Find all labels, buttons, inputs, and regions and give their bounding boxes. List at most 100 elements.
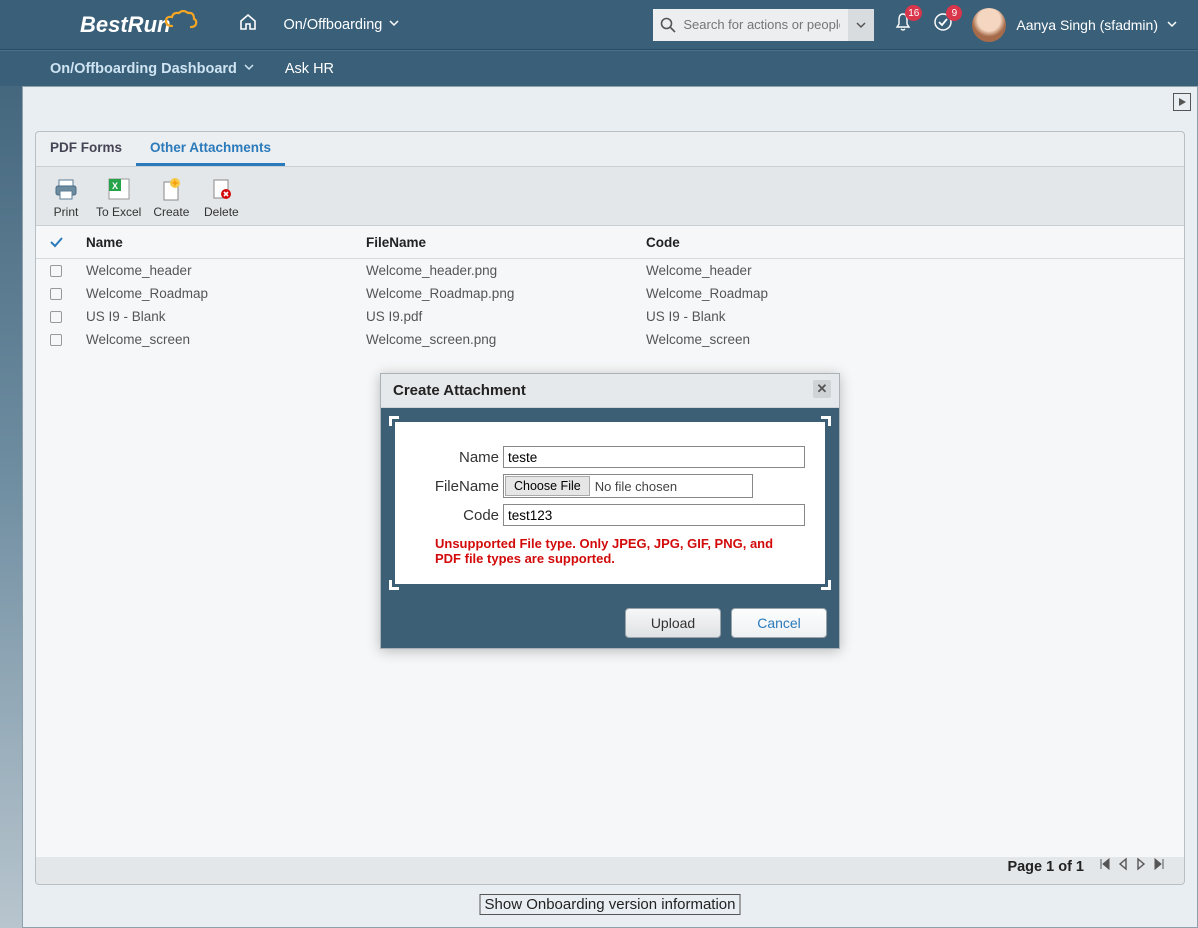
print-button[interactable]: Print (46, 175, 86, 219)
search-dropdown[interactable] (848, 9, 874, 41)
checkmark-icon (48, 234, 64, 250)
column-filename[interactable]: FileName (356, 226, 636, 259)
dialog-inner: Name FileName Choose File No file chosen… (395, 422, 825, 584)
notifications-badge: 16 (905, 5, 922, 21)
chevron-down-icon (1166, 17, 1178, 33)
code-label: Code (415, 507, 499, 524)
avatar[interactable] (972, 8, 1006, 42)
logo: BestRun (80, 12, 198, 38)
name-input[interactable] (503, 446, 805, 468)
tab-pdf-forms[interactable]: PDF Forms (36, 132, 136, 166)
create-button[interactable]: Create (151, 175, 191, 219)
user-menu[interactable]: Aanya Singh (sfadmin) (1016, 17, 1178, 33)
cell-name: Welcome_Roadmap (76, 282, 356, 305)
last-page-button[interactable] (1152, 857, 1166, 876)
row-checkbox[interactable] (50, 311, 62, 323)
attachments-table: Name FileName Code Welcome_headerWelcome… (36, 226, 1184, 351)
close-button[interactable]: ✕ (813, 380, 831, 398)
user-name-label: Aanya Singh (sfadmin) (1016, 17, 1158, 33)
play-icon (1177, 97, 1187, 107)
cell-name: Welcome_header (76, 259, 356, 283)
filename-label: FileName (415, 478, 499, 495)
subnav-ask-hr[interactable]: Ask HR (285, 61, 334, 77)
subnav-ask-hr-label: Ask HR (285, 61, 334, 77)
dialog-title-bar: Create Attachment ✕ (381, 374, 839, 408)
code-input[interactable] (503, 504, 805, 526)
app-header: BestRun On/Offboarding 16 9 (0, 0, 1198, 50)
tab-other-attachments[interactable]: Other Attachments (136, 132, 285, 166)
subnav-dashboard[interactable]: On/Offboarding Dashboard (50, 61, 255, 77)
print-label: Print (54, 205, 79, 219)
subnav-dashboard-label: On/Offboarding Dashboard (50, 61, 237, 77)
cell-name: Welcome_screen (76, 328, 356, 351)
table-row[interactable]: Welcome_headerWelcome_header.pngWelcome_… (36, 259, 1184, 283)
home-icon[interactable] (238, 12, 258, 37)
to-excel-button[interactable]: X To Excel (96, 175, 141, 219)
row-checkbox[interactable] (50, 288, 62, 300)
version-info-link[interactable]: Show Onboarding version information (480, 894, 741, 915)
cell-filename: Welcome_screen.png (356, 328, 636, 351)
cell-code: Welcome_Roadmap (636, 282, 1184, 305)
corner-decoration (389, 416, 399, 426)
name-label: Name (415, 449, 499, 466)
error-message: Unsupported File type. Only JPEG, JPG, G… (435, 536, 785, 566)
upload-button[interactable]: Upload (625, 608, 721, 638)
column-code[interactable]: Code (636, 226, 1184, 259)
file-input-wrap: Choose File No file chosen (503, 474, 753, 498)
excel-icon: X (105, 175, 133, 203)
chevron-down-icon (388, 17, 400, 33)
table-row[interactable]: US I9 - BlankUS I9.pdfUS I9 - Blank (36, 305, 1184, 328)
cell-filename: Welcome_Roadmap.png (356, 282, 636, 305)
delete-button[interactable]: Delete (201, 175, 241, 219)
main-frame: PDF Forms Other Attachments Print X To E… (22, 86, 1198, 928)
tab-strip: PDF Forms Other Attachments (36, 132, 1184, 167)
todos-button[interactable]: 9 (932, 11, 954, 38)
cell-code: Welcome_screen (636, 328, 1184, 351)
row-checkbox[interactable] (50, 334, 62, 346)
corner-decoration (821, 580, 831, 590)
corner-decoration (821, 416, 831, 426)
dialog-title: Create Attachment (393, 382, 526, 399)
first-page-button[interactable] (1098, 857, 1112, 876)
delete-label: Delete (204, 205, 239, 219)
create-attachment-dialog: Create Attachment ✕ Name FileName Choose… (380, 373, 840, 649)
todos-badge: 9 (946, 5, 962, 21)
pager (1098, 857, 1166, 876)
page-indicator: Page 1 of 1 (1007, 859, 1084, 875)
dialog-footer: Upload Cancel (381, 598, 839, 648)
cell-code: US I9 - Blank (636, 305, 1184, 328)
create-icon (157, 175, 185, 203)
file-status-label: No file chosen (591, 475, 752, 497)
play-button[interactable] (1173, 93, 1191, 111)
logo-text: BestRun (80, 12, 170, 38)
chevron-down-icon (243, 61, 255, 77)
table-footer: Page 1 of 1 (1007, 857, 1166, 876)
toolbar: Print X To Excel Create Delete (36, 167, 1184, 225)
frame-header (23, 87, 1197, 117)
search-input-wrap (653, 9, 848, 41)
delete-icon (207, 175, 235, 203)
cancel-button[interactable]: Cancel (731, 608, 827, 638)
cell-code: Welcome_header (636, 259, 1184, 283)
cell-filename: US I9.pdf (356, 305, 636, 328)
cell-name: US I9 - Blank (76, 305, 356, 328)
module-dropdown[interactable]: On/Offboarding (283, 17, 400, 33)
sub-nav: On/Offboarding Dashboard Ask HR (0, 50, 1198, 86)
svg-text:X: X (112, 181, 118, 191)
corner-decoration (389, 580, 399, 590)
to-excel-label: To Excel (96, 205, 141, 219)
cell-filename: Welcome_header.png (356, 259, 636, 283)
table-row[interactable]: Welcome_RoadmapWelcome_Roadmap.pngWelcom… (36, 282, 1184, 305)
next-page-button[interactable] (1134, 857, 1148, 876)
create-label: Create (153, 205, 189, 219)
table-row[interactable]: Welcome_screenWelcome_screen.pngWelcome_… (36, 328, 1184, 351)
notifications-button[interactable]: 16 (892, 11, 914, 38)
row-checkbox[interactable] (50, 265, 62, 277)
module-label: On/Offboarding (283, 17, 382, 33)
column-select-all[interactable] (36, 226, 76, 259)
search-input[interactable] (653, 9, 848, 41)
column-name[interactable]: Name (76, 226, 356, 259)
search-area: 16 9 Aanya Singh (sfadmin) (653, 8, 1178, 42)
prev-page-button[interactable] (1116, 857, 1130, 876)
choose-file-button[interactable]: Choose File (505, 476, 590, 496)
